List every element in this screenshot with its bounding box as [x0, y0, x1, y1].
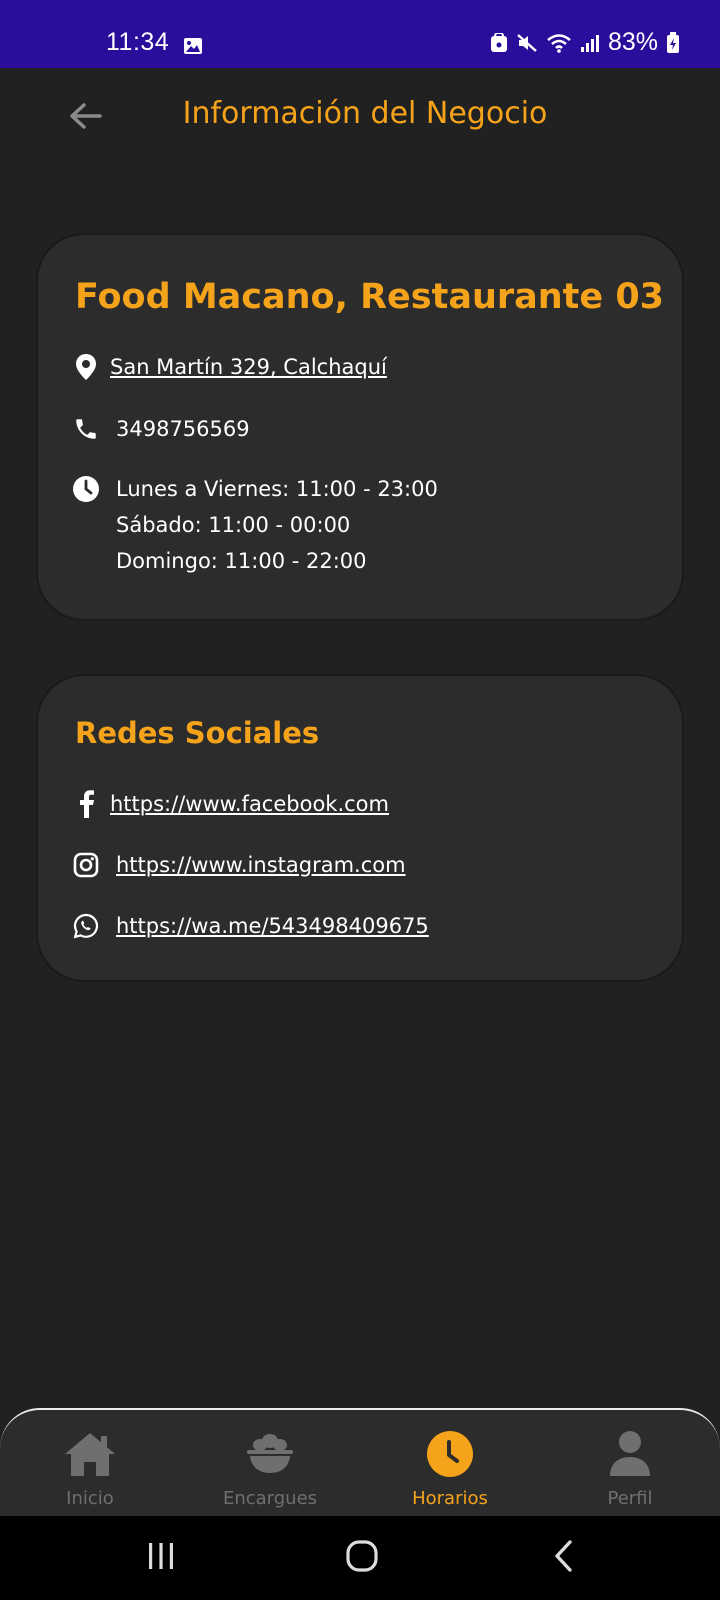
nav-item-encargues[interactable]: Encargues — [180, 1410, 360, 1518]
social-card: Redes Sociales https://www.facebook.com … — [36, 674, 684, 982]
facebook-icon — [72, 790, 100, 818]
hours-list: Lunes a Viernes: 11:00 - 23:00 Sábado: 1… — [116, 471, 438, 579]
phone-icon — [72, 415, 100, 443]
nav-label-encargues: Encargues — [222, 1488, 318, 1509]
hours-saturday: Sábado: 11:00 - 00:00 — [116, 513, 351, 537]
instagram-link[interactable]: https://www.instagram.com — [116, 847, 406, 883]
hours-weekdays: Lunes a Viernes: 11:00 - 23:00 — [116, 477, 438, 501]
app-header: Información del Negocio — [0, 68, 720, 168]
instagram-icon — [72, 851, 100, 879]
home-circle-icon — [345, 1539, 379, 1577]
home-icon — [63, 1428, 117, 1480]
address-link[interactable]: San Martín 329, Calchaquí — [110, 349, 387, 385]
system-nav-bar — [0, 1516, 720, 1600]
recent-apps-button[interactable] — [131, 1536, 191, 1580]
whatsapp-link[interactable]: https://wa.me/543498409675 — [116, 908, 429, 944]
lock-icon — [490, 32, 508, 53]
mute-icon — [516, 33, 538, 53]
signal-icon — [580, 33, 600, 53]
hours-row: Lunes a Viernes: 11:00 - 23:00 Sábado: 1… — [72, 475, 438, 579]
nav-item-perfil[interactable]: Perfil — [540, 1410, 720, 1518]
nav-label-perfil: Perfil — [607, 1488, 653, 1509]
hours-sunday: Domingo: 11:00 - 22:00 — [116, 549, 367, 573]
page-title: Información del Negocio — [182, 96, 548, 131]
business-info-card: Food Macano, Restaurante 03 San Martín 3… — [36, 233, 684, 621]
person-icon — [609, 1428, 651, 1480]
facebook-row: https://www.facebook.com — [72, 790, 389, 822]
food-bowl-icon — [245, 1428, 295, 1480]
recent-apps-icon — [146, 1542, 176, 1574]
clock-icon — [426, 1428, 474, 1480]
phone-row: 3498756569 — [72, 415, 250, 447]
phone-number: 3498756569 — [116, 417, 250, 441]
wifi-icon — [546, 33, 572, 53]
system-back-button[interactable] — [534, 1536, 594, 1580]
chevron-left-icon — [552, 1540, 576, 1576]
nav-label-horarios: Horarios — [412, 1488, 488, 1509]
whatsapp-row: https://wa.me/543498409675 — [72, 912, 429, 944]
battery-label: 83% — [607, 28, 658, 56]
whatsapp-icon — [72, 912, 100, 940]
business-name: Food Macano, Restaurante 03 — [75, 277, 665, 317]
social-title: Redes Sociales — [75, 716, 320, 750]
nav-item-inicio[interactable]: Inicio — [0, 1410, 180, 1518]
location-pin-icon — [72, 353, 100, 381]
nav-label-inicio: Inicio — [66, 1488, 114, 1509]
status-time: 11:34 — [106, 28, 170, 56]
home-button[interactable] — [332, 1536, 392, 1580]
clock-icon — [72, 475, 100, 503]
nav-item-horarios[interactable]: Horarios — [360, 1410, 540, 1518]
battery-icon — [666, 31, 680, 54]
bottom-nav: Inicio Encargues Horarios Perfil — [0, 1408, 720, 1516]
facebook-link[interactable]: https://www.facebook.com — [110, 786, 389, 822]
gallery-icon — [183, 33, 203, 62]
status-bar: 11:34 83% — [0, 0, 720, 68]
address-row: San Martín 329, Calchaquí — [72, 353, 387, 385]
status-icons: 83% — [490, 28, 680, 57]
instagram-row: https://www.instagram.com — [72, 851, 406, 883]
